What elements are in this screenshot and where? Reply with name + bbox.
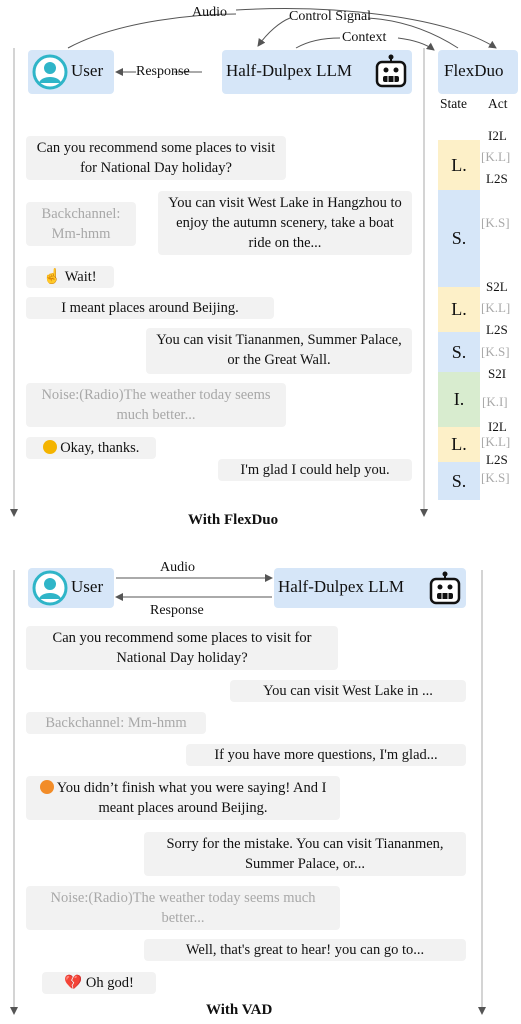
message-top-2: Backchannel: Mm-hmm [26,202,136,246]
context-arrow-b [397,37,435,51]
response-label-bottom: Response [150,603,204,618]
message-top-7: Noise:(Radio)The weather today seems muc… [26,383,286,427]
user-avatar-icon [32,54,68,90]
state-listen-3: L. [438,427,480,462]
act-ks-2: [K.S] [481,344,510,359]
message-bottom-7: Noise:(Radio)The weather today seems muc… [26,886,340,930]
audio-label-bottom: Audio [160,560,195,575]
act-s2l-1: S2L [486,279,508,294]
control-arrow-b [257,17,291,47]
act-kl-2: [K.L] [481,300,511,315]
message-bottom-8: Well, that's great to hear! you can go t… [144,939,466,961]
act-ks-1: [K.S] [481,215,510,230]
caption-top: With FlexDuo [188,512,279,528]
message-top-4-text: Wait! [64,269,97,285]
message-top-8: Okay, thanks. [26,437,156,459]
message-top-3: You can visit West Lake in Hangzhou to e… [158,191,412,255]
audio-label-top: Audio [192,5,227,20]
message-top-4: ☝ Wait! [26,266,114,288]
context-arrow-a [295,37,341,49]
message-bottom-6: Sorry for the mistake. You can visit Tia… [144,832,466,876]
message-top-6: You can visit Tiananmen, Summer Palace, … [146,328,412,374]
act-i2l-1: I2L [488,128,507,143]
message-bottom-9-text: Oh god! [85,975,134,991]
user-node-top: User [28,50,114,94]
act-i2l-2: I2L [488,419,507,434]
flexduo-node: FlexDuo [438,50,518,94]
user-label-bottom: User [71,577,104,596]
message-bottom-3: Backchannel: Mm-hmm [26,712,206,734]
state-speak-2: S. [438,332,480,372]
act-l2s-1: L2S [486,171,508,186]
message-bottom-5-text: You didn’t finish what you were saying! … [56,780,327,816]
state-speak-3: S. [438,462,480,500]
state-idle-1: I. [438,372,480,427]
caption-bottom: With VAD [206,1002,273,1018]
message-top-8-text: Okay, thanks. [60,440,140,456]
message-bottom-5: You didn’t finish what you were saying! … [26,776,340,820]
act-kl-3: [K.L] [481,434,511,449]
llm-node-top: Half-Dulpex LLM [222,50,412,94]
pointing-finger-icon: ☝ [43,269,62,285]
state-speak-1: S. [438,190,480,287]
context-label: Context [342,30,387,45]
llm-node-bottom: Half-Dulpex LLM [274,568,466,608]
message-bottom-1: Can you recommend some places to visit f… [26,626,338,670]
message-bottom-4: If you have more questions, I'm glad... [186,744,466,766]
message-bottom-2: You can visit West Lake in ... [230,680,466,702]
robot-icon-bottom [429,571,461,605]
user-node-bottom: User [28,568,114,608]
state-header: State [440,96,467,111]
message-top-9: I'm glad I could help you. [218,459,412,481]
act-ki-1: [K.I] [482,394,508,409]
angry-emoji-icon [39,780,54,794]
llm-label-top: Half-Dulpex LLM [226,61,353,80]
message-bottom-9: 💔 Oh god! [42,972,156,994]
user-avatar-icon-bottom [32,570,68,606]
robot-icon [375,54,407,88]
message-top-1: Can you recommend some places to visit f… [26,136,286,180]
act-l2s-3: L2S [486,452,508,467]
act-ks-3: [K.S] [481,470,510,485]
broken-heart-icon: 💔 [64,975,83,991]
control-signal-label: Control Signal [289,9,372,24]
state-listen-2: L. [438,287,480,332]
response-label-top: Response [136,64,190,79]
act-l2s-2: L2S [486,322,508,337]
user-label-top: User [71,61,104,80]
act-kl-1: [K.L] [481,149,511,164]
smile-emoji-icon [42,440,57,454]
llm-label-bottom: Half-Dulpex LLM [278,577,405,596]
flexduo-label: FlexDuo [444,61,504,80]
act-s2i-1: S2I [488,366,507,381]
act-header: Act [488,96,508,111]
message-top-5: I meant places around Beijing. [26,297,274,319]
state-listen-1: L. [438,140,480,190]
